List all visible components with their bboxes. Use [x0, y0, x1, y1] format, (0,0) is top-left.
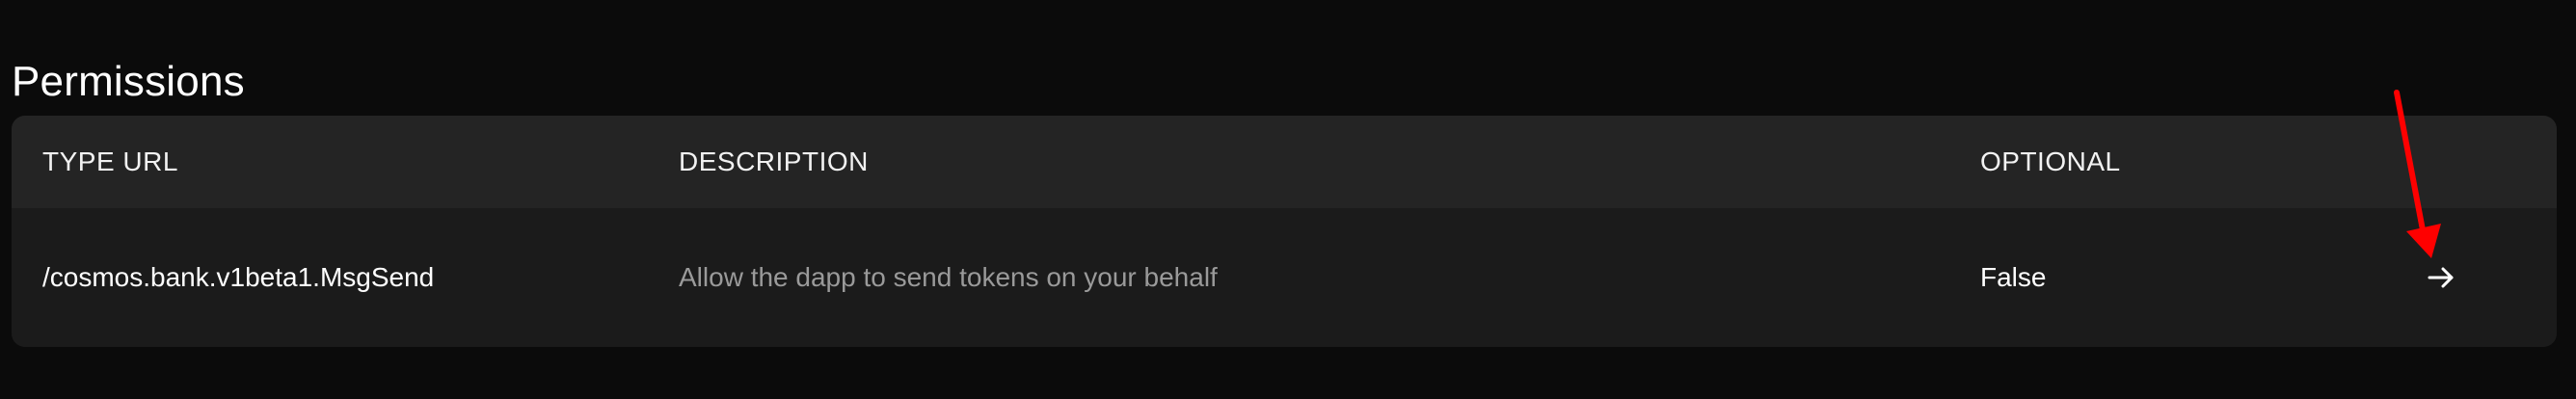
- description-cell: Allow the dapp to send tokens on your be…: [679, 262, 1218, 292]
- table-row[interactable]: /cosmos.bank.v1beta1.MsgSend Allow the d…: [12, 208, 2557, 347]
- type-url-cell: /cosmos.bank.v1beta1.MsgSend: [42, 262, 435, 292]
- column-header-type-url: TYPE URL: [42, 146, 178, 176]
- page-title: Permissions: [12, 58, 245, 106]
- permissions-table: TYPE URL DESCRIPTION OPTIONAL /cosmos.ba…: [12, 116, 2557, 347]
- column-header-optional: OPTIONAL: [1980, 146, 2121, 176]
- table-header: TYPE URL DESCRIPTION OPTIONAL: [12, 116, 2557, 208]
- optional-cell: False: [1980, 262, 2047, 292]
- column-header-description: DESCRIPTION: [679, 146, 869, 176]
- arrow-right-icon[interactable]: [2418, 254, 2464, 301]
